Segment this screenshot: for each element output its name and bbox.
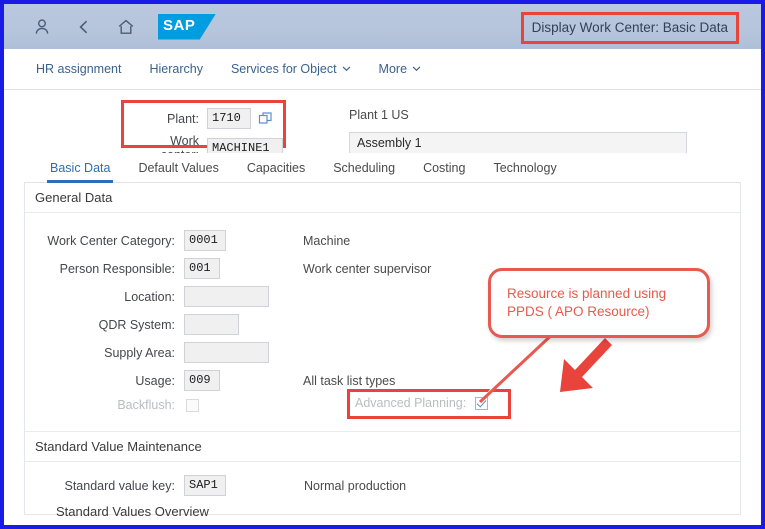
tab-label: Costing	[423, 161, 466, 175]
plant-description: Plant 1 US	[349, 108, 409, 122]
plant-field-row: Plant: 1710	[131, 108, 273, 129]
advanced-planning-row: Advanced Planning:	[355, 396, 489, 410]
supply-area-row: Supply Area:	[25, 342, 269, 363]
sap-logo: SAP	[158, 13, 216, 40]
person-responsible-input[interactable]: 001	[184, 258, 220, 279]
standard-values-overview-row: Standard Values Overview	[56, 504, 209, 519]
tab-costing[interactable]: Costing	[409, 161, 479, 182]
annotation-callout: Resource is planned using PPDS ( APO Res…	[488, 268, 710, 338]
value-help-icon[interactable]	[258, 111, 273, 126]
standard-value-key-label: Standard value key:	[64, 478, 176, 493]
plant-input[interactable]: 1710	[207, 108, 251, 129]
person-responsible-label: Person Responsible:	[59, 261, 175, 276]
menu-item-hr-assignment[interactable]: HR assignment	[36, 62, 121, 76]
work-center-description-input[interactable]: Assembly 1	[349, 132, 687, 155]
back-icon[interactable]	[74, 17, 94, 37]
standard-value-maintenance-title: Standard Value Maintenance	[25, 431, 740, 462]
usage-label: Usage:	[135, 373, 175, 388]
plant-description-row: Plant 1 US	[349, 108, 409, 122]
supply-area-input[interactable]	[184, 342, 269, 363]
menu-item-label: HR assignment	[36, 62, 122, 76]
tab-label: Basic Data	[50, 161, 111, 175]
menu-item-label: More	[378, 62, 408, 76]
object-header: Plant: 1710 Work center: MACHINE1 Plant …	[4, 90, 761, 162]
backflush-row: Backflush:	[25, 398, 199, 412]
supply-area-label: Supply Area:	[104, 345, 175, 360]
menu-item-label: Hierarchy	[149, 62, 203, 76]
annotation-callout-text: Resource is planned using PPDS ( APO Res…	[507, 285, 667, 319]
tab-default-values[interactable]: Default Values	[124, 161, 232, 182]
plant-label: Plant:	[167, 111, 199, 126]
page-title: Display Work Center: Basic Data	[531, 20, 728, 35]
general-data-section-title: General Data	[25, 183, 740, 213]
person-responsible-row: Person Responsible: 001 Work center supe…	[25, 258, 431, 279]
shell-bar: SAP Display Work Center: Basic Data	[4, 4, 761, 49]
usage-input[interactable]: 009	[184, 370, 220, 391]
menu-item-hierarchy[interactable]: Hierarchy	[149, 62, 203, 76]
tab-technology[interactable]: Technology	[479, 161, 570, 182]
screenshot-frame: SAP Display Work Center: Basic Data HR a…	[0, 0, 765, 529]
page-title-highlight: Display Work Center: Basic Data	[520, 12, 739, 44]
qdr-system-input[interactable]	[184, 314, 239, 335]
sap-logo-text: SAP	[163, 16, 196, 34]
usage-description: All task list types	[303, 373, 396, 388]
tab-bar: Basic Data Default Values Capacities Sch…	[24, 153, 741, 183]
qdr-system-label: QDR System:	[98, 317, 175, 332]
shell-icon-group	[32, 17, 136, 37]
menu-item-more[interactable]: More	[379, 62, 421, 76]
advanced-planning-label: Advanced Planning:	[355, 396, 467, 410]
usage-row: Usage: 009 All task list types	[25, 370, 395, 391]
standard-value-form: Standard value key: SAP1 Normal producti…	[25, 462, 740, 520]
work-center-category-label: Work Center Category:	[47, 233, 175, 248]
location-input[interactable]	[184, 286, 269, 307]
chevron-down-icon	[342, 64, 351, 73]
tab-label: Default Values	[138, 161, 219, 175]
backflush-checkbox[interactable]	[186, 398, 199, 412]
tab-capacities[interactable]: Capacities	[233, 161, 319, 182]
user-icon[interactable]	[32, 17, 52, 37]
qdr-system-row: QDR System:	[25, 314, 239, 335]
standard-values-overview-title: Standard Values Overview	[56, 504, 209, 519]
basic-data-panel: General Data Work Center Category: 0001 …	[24, 183, 741, 519]
location-row: Location:	[25, 286, 269, 307]
advanced-planning-checkbox[interactable]	[475, 396, 489, 410]
location-label: Location:	[124, 289, 175, 304]
home-icon[interactable]	[116, 17, 136, 37]
tab-scheduling[interactable]: Scheduling	[319, 161, 409, 182]
tab-basic-data[interactable]: Basic Data	[36, 161, 124, 183]
menu-item-services-for-object[interactable]: Services for Object	[231, 62, 351, 76]
action-menu-bar: HR assignment Hierarchy Services for Obj…	[4, 49, 761, 90]
tab-label: Capacities	[246, 161, 306, 175]
person-responsible-description: Work center supervisor	[303, 261, 432, 276]
backflush-label: Backflush:	[117, 398, 175, 412]
menu-item-label: Services for Object	[230, 62, 337, 76]
tab-label: Scheduling	[333, 161, 396, 175]
work-center-category-row: Work Center Category: 0001 Machine	[25, 230, 350, 251]
standard-value-key-description: Normal production	[304, 478, 407, 493]
work-center-description-row: Assembly 1	[349, 132, 687, 155]
tab-label: Technology	[493, 161, 557, 175]
work-center-category-input[interactable]: 0001	[184, 230, 226, 251]
standard-value-key-input[interactable]: SAP1	[184, 475, 226, 496]
chevron-down-icon	[412, 64, 421, 73]
work-center-category-description: Machine	[303, 233, 351, 248]
standard-value-key-row: Standard value key: SAP1 Normal producti…	[25, 475, 406, 496]
